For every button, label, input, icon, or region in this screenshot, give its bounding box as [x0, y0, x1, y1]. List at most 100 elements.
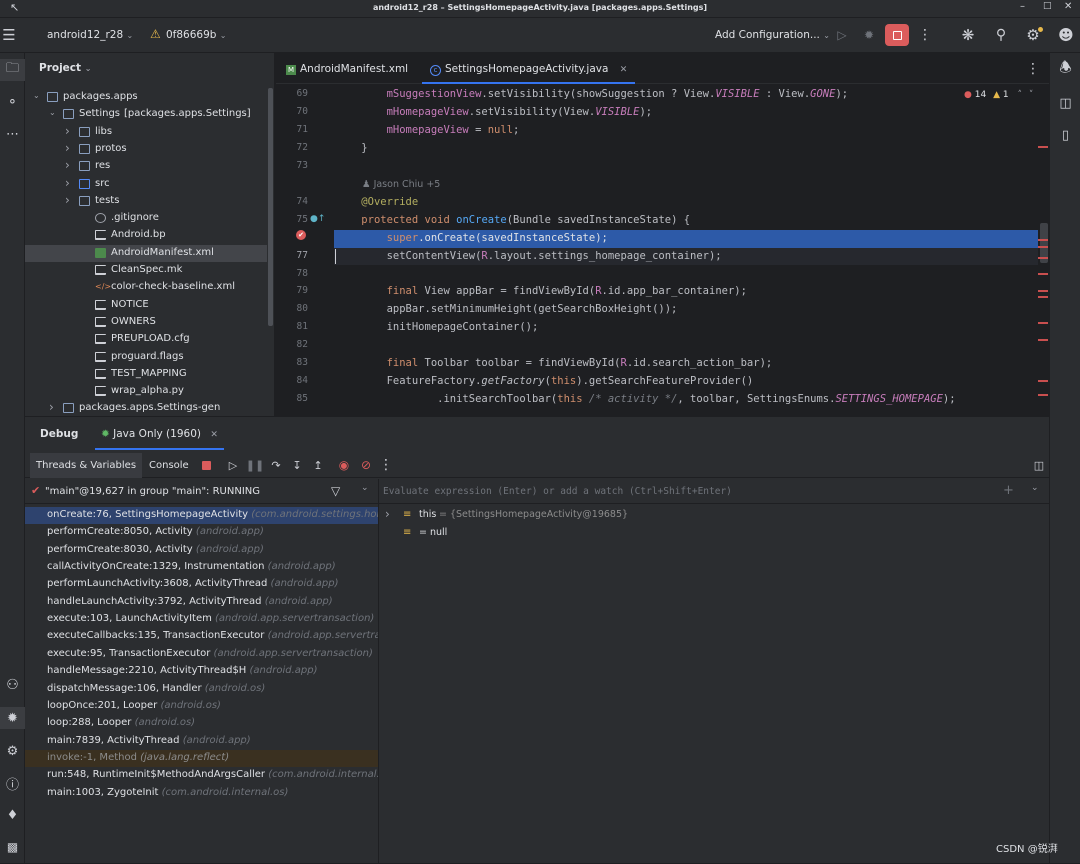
more-tools-icon[interactable]: ⋯	[0, 125, 25, 143]
session-close-icon[interactable]: ✕	[210, 430, 218, 440]
evaluate-expression-input[interactable]: Evaluate expression (Enter) or add a wat…	[383, 486, 732, 497]
tree-item[interactable]: proguard.flags	[25, 349, 267, 366]
tree-item[interactable]: ⌄ Settings [packages.apps.Settings]	[25, 106, 267, 123]
tree-item[interactable]: CleanSpec.mk	[25, 262, 267, 279]
stack-frame[interactable]: main:7839, ActivityThread (android.app)	[25, 733, 378, 750]
stop-button[interactable]	[885, 24, 909, 46]
add-watch-icon[interactable]: +	[1003, 483, 1014, 498]
stack-frame[interactable]: invoke:-1, Method (java.lang.reflect)	[25, 749, 378, 767]
tree-item[interactable]: wrap_alpha.py	[25, 383, 267, 400]
step-into-icon[interactable]: ↧	[289, 458, 305, 472]
terminal-icon[interactable]: ▩	[0, 837, 25, 857]
notifications-icon[interactable]: 🕭	[1050, 59, 1080, 79]
author-hint[interactable]: ♟ Jason Chiu +5	[362, 179, 440, 190]
debug-tool-icon[interactable]: ✹	[0, 707, 25, 729]
stack-frame[interactable]: executeCallbacks:135, TransactionExecuto…	[25, 628, 378, 645]
vcs-branch-selector[interactable]: 0f86669b ⌄	[166, 29, 227, 41]
tree-item[interactable]: › res	[25, 158, 267, 175]
main-menu-icon[interactable]: ☰	[0, 26, 18, 44]
tree-item[interactable]: OWNERS	[25, 314, 267, 331]
tree-item[interactable]: AndroidManifest.xml	[25, 244, 267, 262]
stack-frame[interactable]: execute:95, TransactionExecutor (android…	[25, 646, 378, 663]
tree-item[interactable]: ⌄ packages.apps	[25, 89, 267, 106]
commit-tool-icon[interactable]: ⚬	[0, 93, 25, 111]
maximize-icon[interactable]: □	[1043, 1, 1052, 11]
tab-threads-variables[interactable]: Threads & Variables	[30, 453, 143, 478]
logcat-icon[interactable]: ⚙	[0, 741, 25, 761]
tree-item[interactable]: Android.bp	[25, 227, 267, 244]
variable-row[interactable]: ≡ = null	[379, 525, 1039, 542]
more-actions-icon[interactable]: ⋮	[918, 27, 932, 43]
mute-breakpoints-icon[interactable]: ⊘	[358, 458, 374, 472]
debug-session-tab[interactable]: ✹ Java Only (1960) ✕	[95, 424, 224, 450]
stack-frame[interactable]: dispatchMessage:106, Handler (android.os…	[25, 681, 378, 698]
project-tool-icon[interactable]: 🗀	[0, 59, 25, 81]
tree-item[interactable]: › tests	[25, 193, 267, 210]
tree-item[interactable]: PREUPLOAD.cfg	[25, 331, 267, 348]
tree-item[interactable]: › protos	[25, 141, 267, 158]
stack-frame[interactable]: handleLaunchActivity:3792, ActivityThrea…	[25, 594, 378, 611]
stack-frame[interactable]: performCreate:8050, Activity (android.ap…	[25, 524, 378, 541]
collapsed-chevron-icon[interactable]: ›	[65, 124, 70, 138]
filter-icon[interactable]: ▽	[331, 484, 340, 498]
tab-close-icon[interactable]: ✕	[620, 65, 628, 75]
step-over-icon[interactable]: ↷	[268, 458, 284, 472]
resume-icon[interactable]: ▷	[225, 458, 241, 472]
stack-frame[interactable]: callActivityOnCreate:1329, Instrumentati…	[25, 559, 378, 576]
tree-item[interactable]: .gitignore	[25, 210, 267, 227]
services-icon[interactable]: ⚇	[0, 675, 25, 695]
expand-chevron-icon[interactable]: ›	[385, 507, 390, 521]
tab-settings-homepage-activity[interactable]: c SettingsHomepageActivity.java ✕	[422, 53, 636, 84]
view-breakpoints-icon[interactable]: ◉	[336, 458, 352, 472]
tree-item[interactable]: TEST_MAPPING	[25, 366, 267, 383]
account-icon[interactable]: ☻	[1056, 26, 1076, 44]
thread-selector[interactable]: ✔ "main"@19,627 in group "main": RUNNING…	[25, 479, 378, 504]
vcs-icon[interactable]: ♦	[0, 805, 25, 825]
stack-frame[interactable]: onCreate:76, SettingsHomepageActivity (c…	[25, 507, 378, 524]
tree-item[interactable]: › libs	[25, 124, 267, 141]
stack-frame[interactable]: execute:103, LaunchActivityItem (android…	[25, 611, 378, 628]
tab-options-icon[interactable]: ⋮	[1026, 61, 1040, 77]
chevron-down-icon[interactable]: ⌄	[1031, 483, 1039, 493]
device-manager-icon[interactable]: ◫	[1050, 93, 1080, 113]
stack-frame[interactable]: loop:288, Looper (android.os)	[25, 715, 378, 732]
collapsed-chevron-icon[interactable]: ›	[49, 400, 54, 414]
search-icon[interactable]: ⚲	[991, 27, 1011, 43]
debug-icon[interactable]: ✹	[861, 27, 877, 43]
tab-android-manifest[interactable]: M AndroidManifest.xml	[286, 53, 408, 84]
debug-more-icon[interactable]: ⋮	[379, 457, 393, 473]
problems-icon[interactable]: ⓘ	[0, 773, 25, 793]
run-icon[interactable]: ▷	[834, 27, 850, 43]
tab-console[interactable]: Console	[143, 453, 195, 478]
tree-item[interactable]: </> color-check-baseline.xml	[25, 279, 267, 296]
variable-row[interactable]: › ≡ this = {SettingsHomepageActivity@19685}	[379, 507, 1039, 524]
chevron-down-icon[interactable]: ⌄	[361, 483, 369, 493]
close-icon[interactable]: ✕	[1064, 1, 1072, 12]
project-panel-header[interactable]: Project ⌄	[39, 62, 91, 74]
stop-debug-button[interactable]	[199, 458, 213, 472]
step-out-icon[interactable]: ↥	[310, 458, 326, 472]
collapsed-chevron-icon[interactable]: ›	[65, 193, 70, 207]
tree-item[interactable]: NOTICE	[25, 297, 267, 314]
stack-frame[interactable]: main:1003, ZygoteInit (com.android.inter…	[25, 785, 378, 802]
minimize-icon[interactable]: –	[1020, 1, 1025, 12]
expanded-chevron-icon[interactable]: ⌄	[33, 91, 40, 100]
stack-frame[interactable]: performLaunchActivity:3608, ActivityThre…	[25, 576, 378, 593]
collapsed-chevron-icon[interactable]: ›	[65, 141, 70, 155]
collapsed-chevron-icon[interactable]: ›	[65, 176, 70, 190]
tree-item[interactable]: › src	[25, 176, 267, 193]
stack-frame[interactable]: performCreate:8030, Activity (android.ap…	[25, 542, 378, 559]
project-scrollbar[interactable]	[268, 88, 273, 326]
project-selector[interactable]: android12_r28 ⌄	[47, 29, 133, 41]
pause-icon[interactable]: ❚❚	[246, 458, 264, 472]
stack-frame[interactable]: run:548, RuntimeInit$MethodAndArgsCaller…	[25, 767, 378, 784]
collapsed-chevron-icon[interactable]: ›	[65, 158, 70, 172]
tree-item[interactable]: › packages.apps.Settings-gen	[25, 400, 267, 417]
stack-frame[interactable]: handleMessage:2210, ActivityThread$H (an…	[25, 663, 378, 680]
running-devices-icon[interactable]: ▯	[1050, 125, 1080, 145]
evaluate-expression-bar[interactable]: Evaluate expression (Enter) or add a wat…	[379, 479, 1049, 504]
layout-icon[interactable]: ◫	[1031, 458, 1047, 472]
code-area[interactable]: mSuggestionView.setVisibility(showSugges…	[276, 84, 1049, 416]
expanded-chevron-icon[interactable]: ⌄	[49, 108, 56, 117]
plugin-icon[interactable]: ❋	[958, 26, 978, 44]
